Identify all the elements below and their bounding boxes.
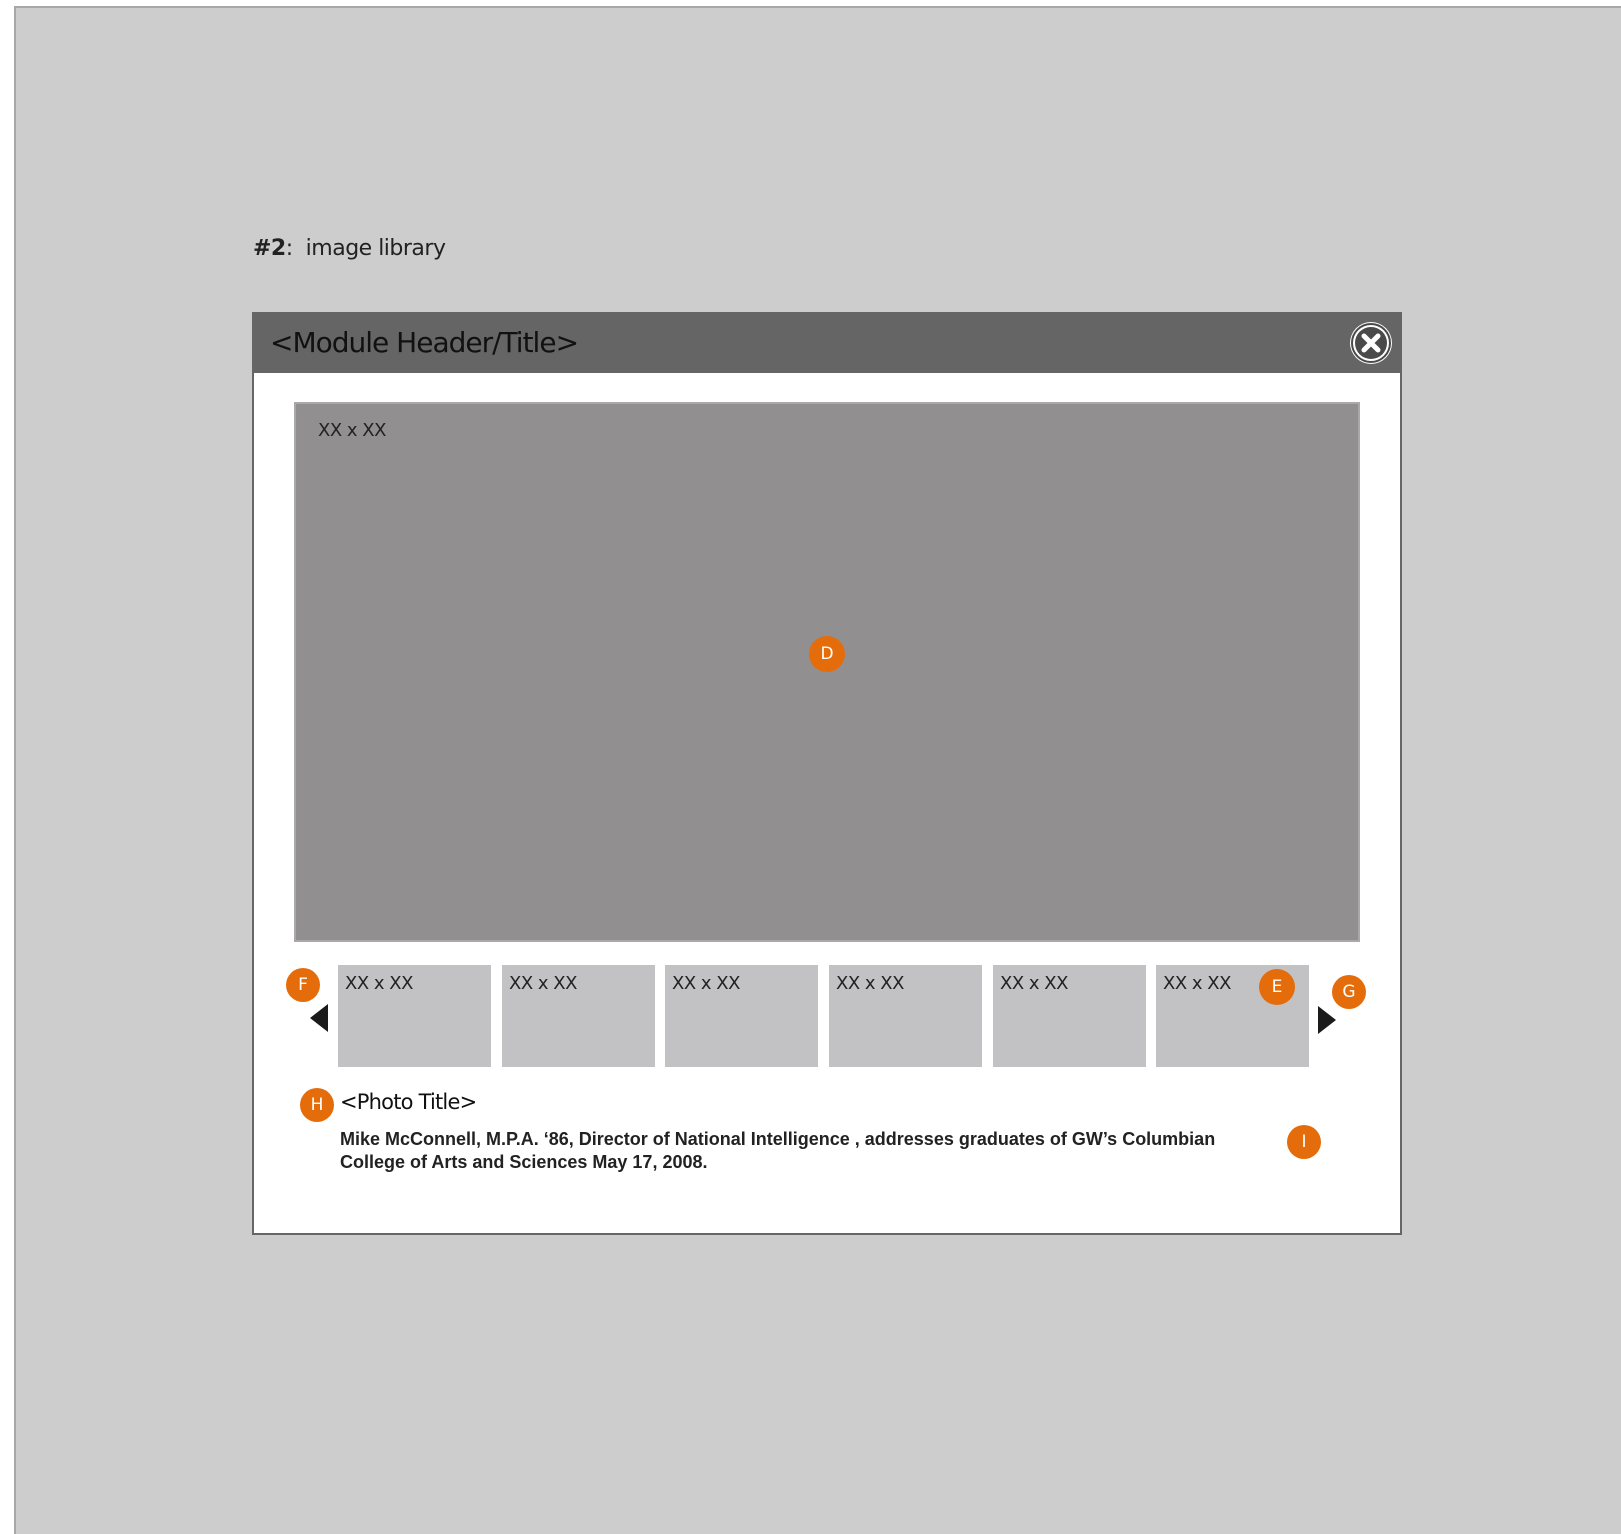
caption-line-2: College of Arts and Sciences May 17, 200… [340, 1152, 708, 1172]
page-label-number: #2 [253, 236, 286, 261]
thumbnail-dimensions: XX x XX [836, 973, 904, 994]
annotation-badge-h: H [300, 1088, 334, 1122]
thumbnail-dimensions: XX x XX [1163, 973, 1231, 994]
photo-title: <Photo Title> [340, 1090, 477, 1114]
module-header: <Module Header/Title> [252, 312, 1402, 373]
thumbnail-strip: XX x XX XX x XX XX x XX XX x XX XX x XX … [338, 965, 1318, 1067]
page-label-text: image library [305, 236, 446, 261]
image-library-module: <Module Header/Title> XX x XX D F XX x X… [252, 312, 1402, 1235]
annotation-badge-g: G [1332, 975, 1366, 1009]
thumbnail[interactable]: XX x XX [502, 965, 655, 1067]
close-icon[interactable] [1350, 322, 1392, 364]
main-image[interactable]: XX x XX D [294, 402, 1360, 942]
prev-arrow-icon[interactable] [310, 1004, 328, 1032]
page-label-separator: : [285, 236, 293, 261]
thumbnail[interactable]: XX x XX [829, 965, 982, 1067]
annotation-badge-i: I [1287, 1125, 1321, 1159]
annotation-badge-f: F [286, 968, 320, 1002]
annotation-badge-d: D [809, 636, 845, 672]
module-title: <Module Header/Title> [270, 326, 579, 359]
thumbnail[interactable]: XX x XX [665, 965, 818, 1067]
annotation-badge-e: E [1259, 969, 1295, 1005]
next-arrow-icon[interactable] [1318, 1006, 1336, 1034]
main-image-dimensions: XX x XX [318, 420, 386, 441]
thumbnail-dimensions: XX x XX [509, 973, 577, 994]
caption-line-1: Mike McConnell, M.P.A. ‘86, Director of … [340, 1129, 1216, 1149]
thumbnail[interactable]: XX x XX [993, 965, 1146, 1067]
thumbnail-dimensions: XX x XX [672, 973, 740, 994]
thumbnail[interactable]: XX x XX [338, 965, 491, 1067]
photo-caption: Mike McConnell, M.P.A. ‘86, Director of … [340, 1128, 1280, 1174]
thumbnail-dimensions: XX x XX [1000, 973, 1068, 994]
thumbnail-dimensions: XX x XX [345, 973, 413, 994]
page-label: #2: image library [253, 236, 446, 261]
thumbnail[interactable]: XX x XX E [1156, 965, 1309, 1067]
